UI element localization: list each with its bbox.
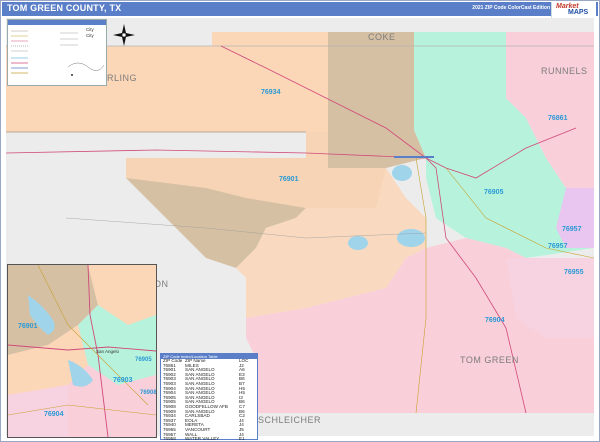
inset-zip-label: 76908 bbox=[140, 390, 157, 396]
zip-index-table: ZIP Code Index/Location Table ZIP Code Z… bbox=[160, 353, 258, 442]
city-bar bbox=[394, 156, 434, 158]
brand-logo: Market MAPS bbox=[551, 2, 596, 18]
zip-label: 76905 bbox=[484, 189, 504, 196]
legend-item-city-2: City bbox=[86, 33, 94, 38]
inset-city-label: San Angelo bbox=[96, 349, 120, 354]
logo-line2: MAPS bbox=[568, 9, 589, 16]
inset-zip-label: 76904 bbox=[44, 411, 64, 418]
inset-zip-label: 76903 bbox=[113, 377, 133, 384]
edition-label: 2021 ZIP Code ColorCast Edition bbox=[472, 5, 550, 11]
table-cell: E1 bbox=[239, 436, 245, 442]
zip-label: 76934 bbox=[261, 89, 281, 96]
zip-table-body: 76861 MILES J2 76901 SAN ANGELO A6 76902 SAN AN… bbox=[161, 363, 257, 442]
table-cell: 76958 bbox=[163, 436, 176, 442]
county-label-coke: COKE bbox=[368, 32, 396, 42]
zip-label: 76957 bbox=[548, 243, 568, 250]
inset-map-drawing bbox=[8, 265, 156, 437]
inset-zip-label: 76905 bbox=[135, 357, 152, 363]
zip-label: 76955 bbox=[564, 269, 584, 276]
zip-label: 76861 bbox=[548, 115, 568, 122]
lake bbox=[397, 229, 425, 247]
table-cell: WATER VALLEY bbox=[185, 436, 220, 442]
zip-label: 76904 bbox=[485, 317, 505, 324]
map-legend: City City bbox=[7, 19, 107, 86]
compass-rose-icon bbox=[113, 24, 135, 46]
county-label-runnels: RUNNELS bbox=[541, 66, 588, 76]
map-title: TOM GREEN COUNTY, TX bbox=[7, 3, 122, 13]
legend-item-city-1: City bbox=[86, 27, 94, 32]
lake bbox=[348, 236, 368, 250]
zip-label: 76901 bbox=[279, 176, 299, 183]
table-row: 76958 WATER VALLEY E1 bbox=[161, 436, 257, 442]
county-label-schleicher: SCHLEICHER bbox=[258, 415, 322, 425]
title-bar: TOM GREEN COUNTY, TX 2021 ZIP Code Color… bbox=[2, 2, 598, 18]
zip-label: 76957 bbox=[562, 226, 582, 233]
lake bbox=[392, 165, 412, 181]
county-label-tom-green: TOM GREEN bbox=[460, 355, 519, 365]
inset-zip-label: 76901 bbox=[18, 323, 38, 330]
inset-map: 76901 76903 76904 76905 76908 San Angelo bbox=[7, 264, 157, 438]
